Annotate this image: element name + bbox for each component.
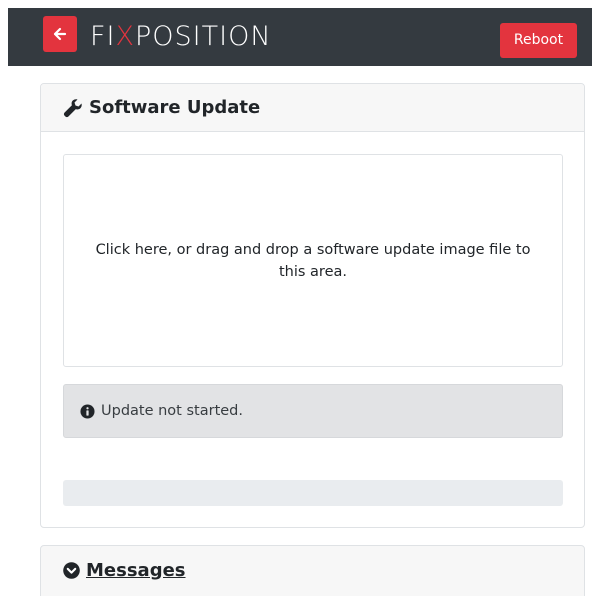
update-status-alert: Update not started. [63, 384, 563, 438]
brand-suffix: POSITION [135, 21, 272, 52]
messages-title: Messages [86, 559, 186, 581]
card-header: Software Update [41, 84, 584, 132]
back-button[interactable] [43, 16, 77, 52]
reboot-button[interactable]: Reboot [500, 23, 577, 58]
software-update-card: Software Update Click here, or drag and … [40, 83, 585, 528]
arrow-left-icon [53, 27, 67, 41]
brand-x: X [115, 21, 135, 52]
chevron-circle-down-icon [63, 561, 80, 579]
info-circle-icon [80, 403, 95, 419]
brand-prefix: FI [90, 21, 116, 52]
top-navbar: FIXPOSITION Reboot [8, 8, 592, 66]
card-title: Software Update [63, 97, 260, 118]
card-title-text: Software Update [89, 97, 261, 118]
file-dropzone[interactable]: Click here, or drag and drop a software … [63, 154, 563, 367]
brand-logo: FIXPOSITION [90, 19, 272, 55]
status-text: Update not started. [101, 403, 243, 419]
messages-header: Messages [41, 546, 584, 594]
messages-toggle-link[interactable]: Messages [63, 560, 186, 581]
messages-card: Messages [40, 545, 585, 596]
dropzone-text: Click here, or drag and drop a software … [95, 241, 531, 280]
wrench-icon [63, 98, 82, 117]
update-progress-bar [63, 480, 563, 506]
